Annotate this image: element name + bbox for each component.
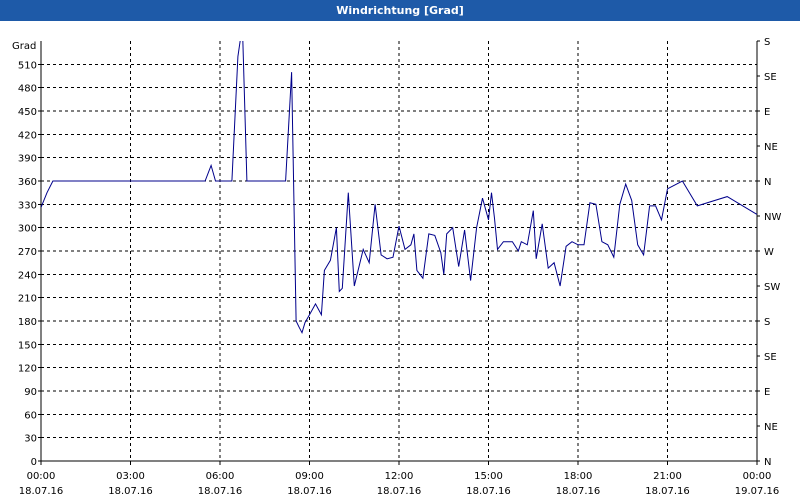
compass-tick-label: S	[764, 37, 770, 48]
y-tick-label: 360	[18, 177, 37, 188]
x-tick-time-label: 03:00	[116, 471, 145, 482]
compass-tick-label: NW	[764, 212, 781, 223]
y-tick-label: 270	[18, 247, 37, 258]
x-tick-time-label: 15:00	[474, 471, 503, 482]
x-tick-date-label: 18.07.16	[556, 486, 601, 497]
y-tick-label: 330	[18, 200, 37, 211]
x-tick-time-label: 06:00	[206, 471, 235, 482]
x-tick-time-label: 18:00	[564, 471, 593, 482]
chart-title: Windrichtung [Grad]	[0, 0, 800, 21]
x-tick-date-label: 18.07.16	[108, 486, 153, 497]
wind-direction-chart: Grad 0 30 60 90 120 150 180 210 240 270 300 330 360 39…	[12, 37, 781, 497]
compass-tick-label: E	[764, 387, 770, 398]
compass-tick-label: SE	[764, 352, 777, 363]
y-tick-label: 150	[18, 340, 37, 351]
x-tick-time-label: 09:00	[295, 471, 324, 482]
y-tick-label: 240	[18, 270, 37, 281]
x-tick-time-label: 00:00	[743, 471, 772, 482]
y-tick-label: 60	[24, 410, 37, 421]
x-tick-date-label: 19.07.16	[735, 486, 780, 497]
y-tick-label: 510	[18, 60, 37, 71]
compass-tick-label: E	[764, 107, 770, 118]
compass-tick-label: NE	[764, 422, 778, 433]
y-tick-label: 0	[31, 457, 37, 468]
compass-tick-label: SW	[764, 282, 780, 293]
x-tick-date-label: 18.07.16	[287, 486, 332, 497]
x-tick-date-label: 18.07.16	[645, 486, 690, 497]
y-tick-label: 300	[18, 224, 37, 235]
compass-tick-label: SE	[764, 72, 777, 83]
x-tick-time-label: 21:00	[653, 471, 682, 482]
compass-tick-label: N	[764, 457, 771, 468]
y-tick-label: 210	[18, 294, 37, 305]
compass-tick-label: W	[764, 247, 774, 258]
compass-tick-label: N	[764, 177, 771, 188]
y-tick-label: 390	[18, 154, 37, 165]
x-tick-date-label: 18.07.16	[466, 486, 511, 497]
y-tick-label: 450	[18, 107, 37, 118]
x-tick-date-label: 18.07.16	[377, 486, 422, 497]
y-axis-label: Grad	[12, 41, 36, 52]
y-tick-label: 120	[18, 364, 37, 375]
y-tick-label: 30	[24, 434, 37, 445]
y-tick-label: 90	[24, 387, 37, 398]
compass-tick-label: S	[764, 317, 770, 328]
grid	[41, 41, 757, 461]
labels: Grad 0 30 60 90 120 150 180 210 240 270 300 330 360 39…	[12, 37, 781, 497]
x-tick-date-label: 18.07.16	[198, 486, 243, 497]
x-tick-date-label: 18.07.16	[19, 486, 64, 497]
compass-tick-label: NE	[764, 142, 778, 153]
y-tick-label: 420	[18, 130, 37, 141]
x-tick-time-label: 00:00	[27, 471, 56, 482]
y-tick-label: 480	[18, 84, 37, 95]
y-tick-label: 180	[18, 317, 37, 328]
x-tick-time-label: 12:00	[385, 471, 414, 482]
